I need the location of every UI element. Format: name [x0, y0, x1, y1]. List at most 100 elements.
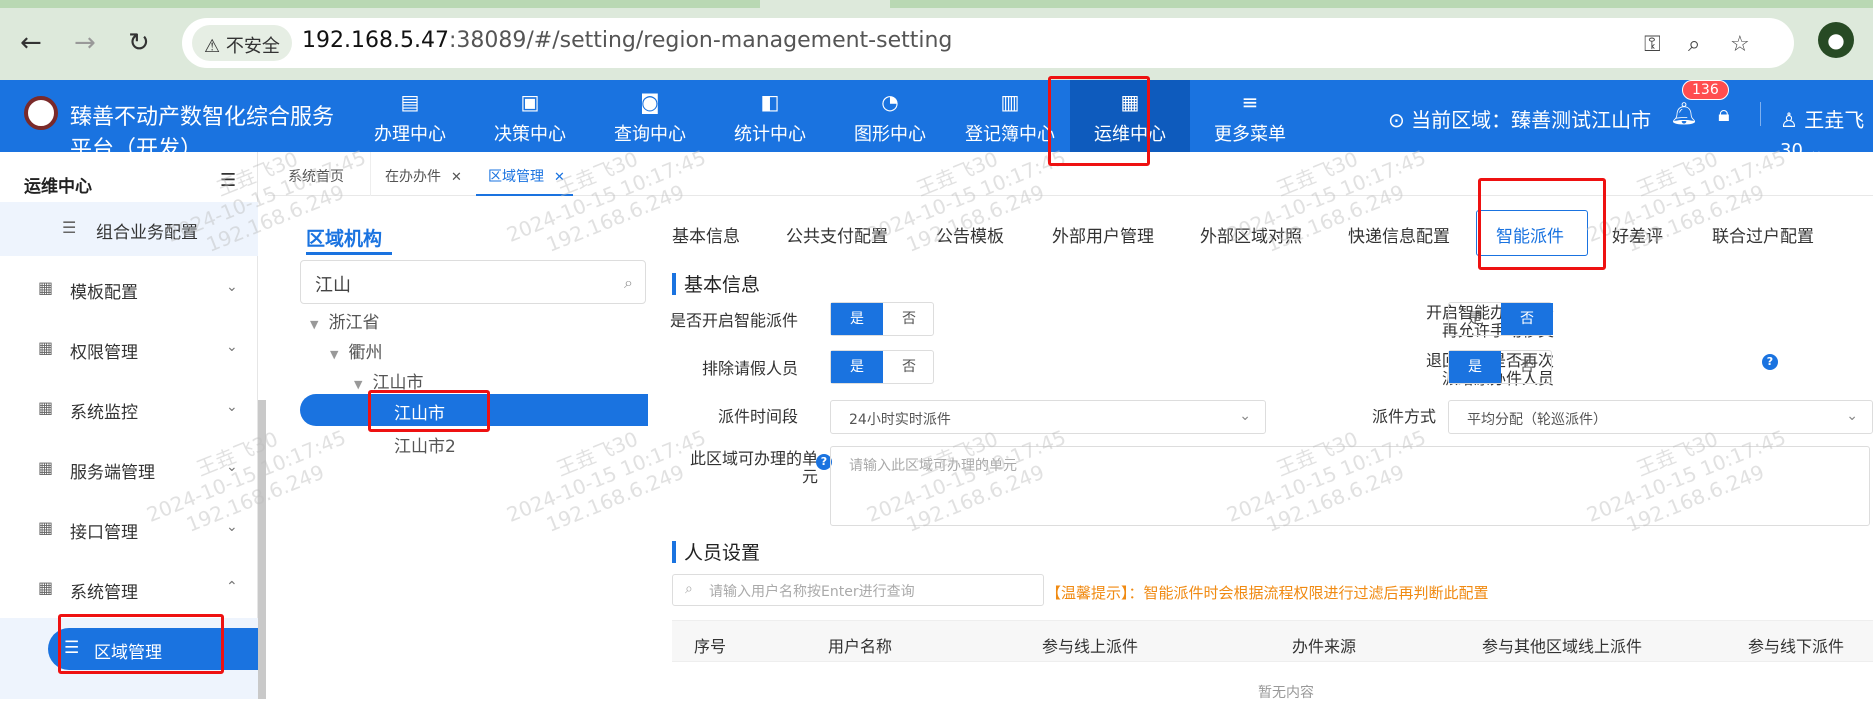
- back-icon[interactable]: ←: [20, 28, 42, 58]
- tree-node-county[interactable]: ▼ 江山市: [354, 368, 423, 393]
- select-time-period[interactable]: 24小时实时派件 ⌄: [830, 400, 1266, 434]
- tree-node-selected[interactable]: 江山市: [300, 394, 648, 426]
- browser-tab-strip: [0, 0, 760, 8]
- pie-chart-icon: ◔: [881, 90, 899, 114]
- security-chip[interactable]: ⚠ 不安全: [192, 25, 292, 61]
- menu-item-dengjibu[interactable]: ▥ 登记簿中心: [950, 80, 1070, 152]
- tab-joint-transfer[interactable]: 联合过户配置: [1712, 222, 1814, 247]
- tree-node-county-2[interactable]: 江山市2: [394, 432, 456, 457]
- tab-home[interactable]: 系统首页: [288, 152, 344, 196]
- section-people: 人员设置: [672, 538, 760, 565]
- col-index: 序号: [694, 637, 727, 656]
- label-exclude-leave: 排除请假人员: [701, 359, 798, 378]
- url-path: :38089/#/setting/region-management-setti…: [448, 28, 953, 53]
- caret-down-icon[interactable]: ▼: [310, 318, 318, 331]
- menu-lines-icon: ☰: [64, 638, 80, 658]
- sidebar-item-label: 接口管理: [70, 523, 138, 543]
- tab-basic-info[interactable]: 基本信息: [672, 222, 740, 247]
- settings-panel: 基本信息 公共支付配置 公告模板 外部用户管理 外部区域对照 快递信息配置 智能…: [668, 196, 1873, 701]
- caret-down-icon[interactable]: ▼: [330, 348, 338, 361]
- toggle-exclude-leave[interactable]: 是 否: [830, 350, 934, 384]
- collapse-sidebar-icon[interactable]: ☰: [220, 170, 236, 191]
- forward-icon[interactable]: →: [74, 28, 96, 58]
- chevron-down-icon: ⌄: [1846, 408, 1858, 424]
- tab-region-management[interactable]: 区域管理 ✕: [476, 152, 573, 196]
- tree-title-underline: [306, 252, 392, 255]
- bookmark-star-icon[interactable]: ☆: [1730, 32, 1750, 57]
- tree-search-input[interactable]: 江山 ⌕: [300, 260, 646, 304]
- bell-icon[interactable]: 🔔︎: [1670, 102, 1698, 127]
- option-yes[interactable]: 是: [831, 351, 883, 383]
- option-yes[interactable]: 是: [831, 303, 883, 335]
- search-icon: ⌕: [685, 581, 693, 597]
- tree-node-province[interactable]: ▼ 浙江省: [310, 308, 379, 333]
- zoom-icon[interactable]: ⌕: [1688, 32, 1700, 57]
- people-search-input[interactable]: ⌕ 请输入用户名称按Enter进行查询: [672, 574, 1044, 606]
- toggle-return-original[interactable]: 是 否: [1448, 350, 1552, 384]
- tab-label: 系统首页: [288, 169, 344, 185]
- user-menu[interactable]: ♙ 王垚飞: [1780, 104, 1864, 133]
- reload-icon[interactable]: ↻: [128, 28, 150, 58]
- lock-icon[interactable]: 🔒︎: [1718, 102, 1730, 127]
- menu-item-more[interactable]: ≡ 更多菜单: [1190, 80, 1310, 152]
- menu-label: 运维中心: [1094, 124, 1166, 145]
- menu-item-banli[interactable]: ▤ 办理中心: [350, 80, 470, 152]
- menu-item-juece[interactable]: ▣ 决策中心: [470, 80, 590, 152]
- tab-label: 区域管理: [488, 169, 544, 185]
- key-icon[interactable]: ⚿: [1644, 32, 1661, 57]
- stats-icon: ◧: [760, 90, 780, 114]
- caret-down-icon[interactable]: ▼: [354, 378, 362, 391]
- sidebar-item-server[interactable]: ▦ 服务端管理 ⌄: [0, 444, 258, 494]
- current-region[interactable]: ⊙ 当前区域：臻善测试江山市: [1388, 104, 1651, 133]
- menu-item-tongji[interactable]: ◧ 统计中心: [710, 80, 830, 152]
- section-bar: [672, 273, 676, 295]
- sidebar-item-label: 系统监控: [70, 403, 138, 423]
- sidebar-item-template-config[interactable]: ▦ 模板配置 ⌄: [0, 264, 258, 314]
- option-no[interactable]: 否: [1501, 303, 1553, 335]
- tab-rating[interactable]: 好差评: [1612, 222, 1663, 247]
- sidebar-item-monitor[interactable]: ▦ 系统监控 ⌄: [0, 384, 258, 434]
- col-offline-dispatch: 参与线下派件: [1748, 637, 1845, 656]
- select-dispatch-mode[interactable]: 平均分配（轮巡派件） ⌄: [1448, 400, 1873, 434]
- option-yes[interactable]: 是: [1449, 303, 1501, 335]
- tab-external-users[interactable]: 外部用户管理: [1052, 222, 1154, 247]
- col-source: 办件来源: [1292, 637, 1357, 656]
- tab-external-regions[interactable]: 外部区域对照: [1200, 222, 1302, 247]
- sidebar-scrollbar[interactable]: [258, 400, 266, 699]
- option-no[interactable]: 否: [883, 303, 935, 335]
- search-icon[interactable]: ⌕: [624, 273, 633, 293]
- sidebar-item-permission[interactable]: ▦ 权限管理 ⌄: [0, 324, 258, 374]
- close-icon[interactable]: ✕: [451, 170, 462, 185]
- chevron-down-icon: ⌄: [1239, 408, 1251, 424]
- search-doc-icon: ◙: [640, 90, 660, 114]
- sidebar-item-combo-config[interactable]: ☰ 组合业务配置: [0, 202, 258, 256]
- tree-node-label: 江山市: [394, 404, 445, 424]
- tree-node-city[interactable]: ▼ 衢州: [330, 338, 382, 363]
- profile-avatar-icon[interactable]: ●: [1818, 22, 1854, 58]
- toggle-enable-smart[interactable]: 是 否: [830, 302, 934, 336]
- units-textarea[interactable]: 请输入此区域可办理的单元: [830, 446, 1870, 526]
- tab-smart-dispatch[interactable]: 智能派件: [1496, 222, 1564, 247]
- menu-more-icon: ≡: [1241, 90, 1259, 114]
- tab-public-payment[interactable]: 公共支付配置: [786, 222, 888, 247]
- menu-item-yunwei[interactable]: ▦ 运维中心: [1070, 80, 1190, 152]
- sidebar-item-interface[interactable]: ▦ 接口管理 ⌄: [0, 504, 258, 554]
- help-icon[interactable]: ?: [1762, 354, 1778, 370]
- menu-item-tuxing[interactable]: ◔ 图形中心: [830, 80, 950, 152]
- select-value: 平均分配（轮巡派件）: [1467, 412, 1607, 428]
- option-no[interactable]: 否: [883, 351, 935, 383]
- textarea-placeholder: 请输入此区域可办理的单元: [849, 458, 1017, 474]
- tab-notice-template[interactable]: 公告模板: [936, 222, 1004, 247]
- menu-label: 统计中心: [734, 124, 806, 145]
- sidebar-item-system[interactable]: ▦ 系统管理 ⌃: [0, 564, 258, 614]
- tab-in-progress[interactable]: 在办办件 ✕: [370, 152, 462, 196]
- option-yes[interactable]: 是: [1449, 351, 1501, 383]
- sidebar-item-region-management[interactable]: ☰ 区域管理: [48, 628, 258, 670]
- close-icon[interactable]: ✕: [554, 170, 565, 185]
- option-no[interactable]: 否: [1501, 351, 1553, 383]
- toggle-allow-manual[interactable]: 是 否: [1448, 302, 1553, 336]
- tab-express-config[interactable]: 快递信息配置: [1348, 222, 1450, 247]
- sidebar-item-label: 组合业务配置: [96, 223, 198, 243]
- address-bar[interactable]: ⚠ 不安全 192.168.5.47:38089/#/setting/regio…: [182, 18, 1794, 68]
- menu-item-chaxun[interactable]: ◙ 查询中心: [590, 80, 710, 152]
